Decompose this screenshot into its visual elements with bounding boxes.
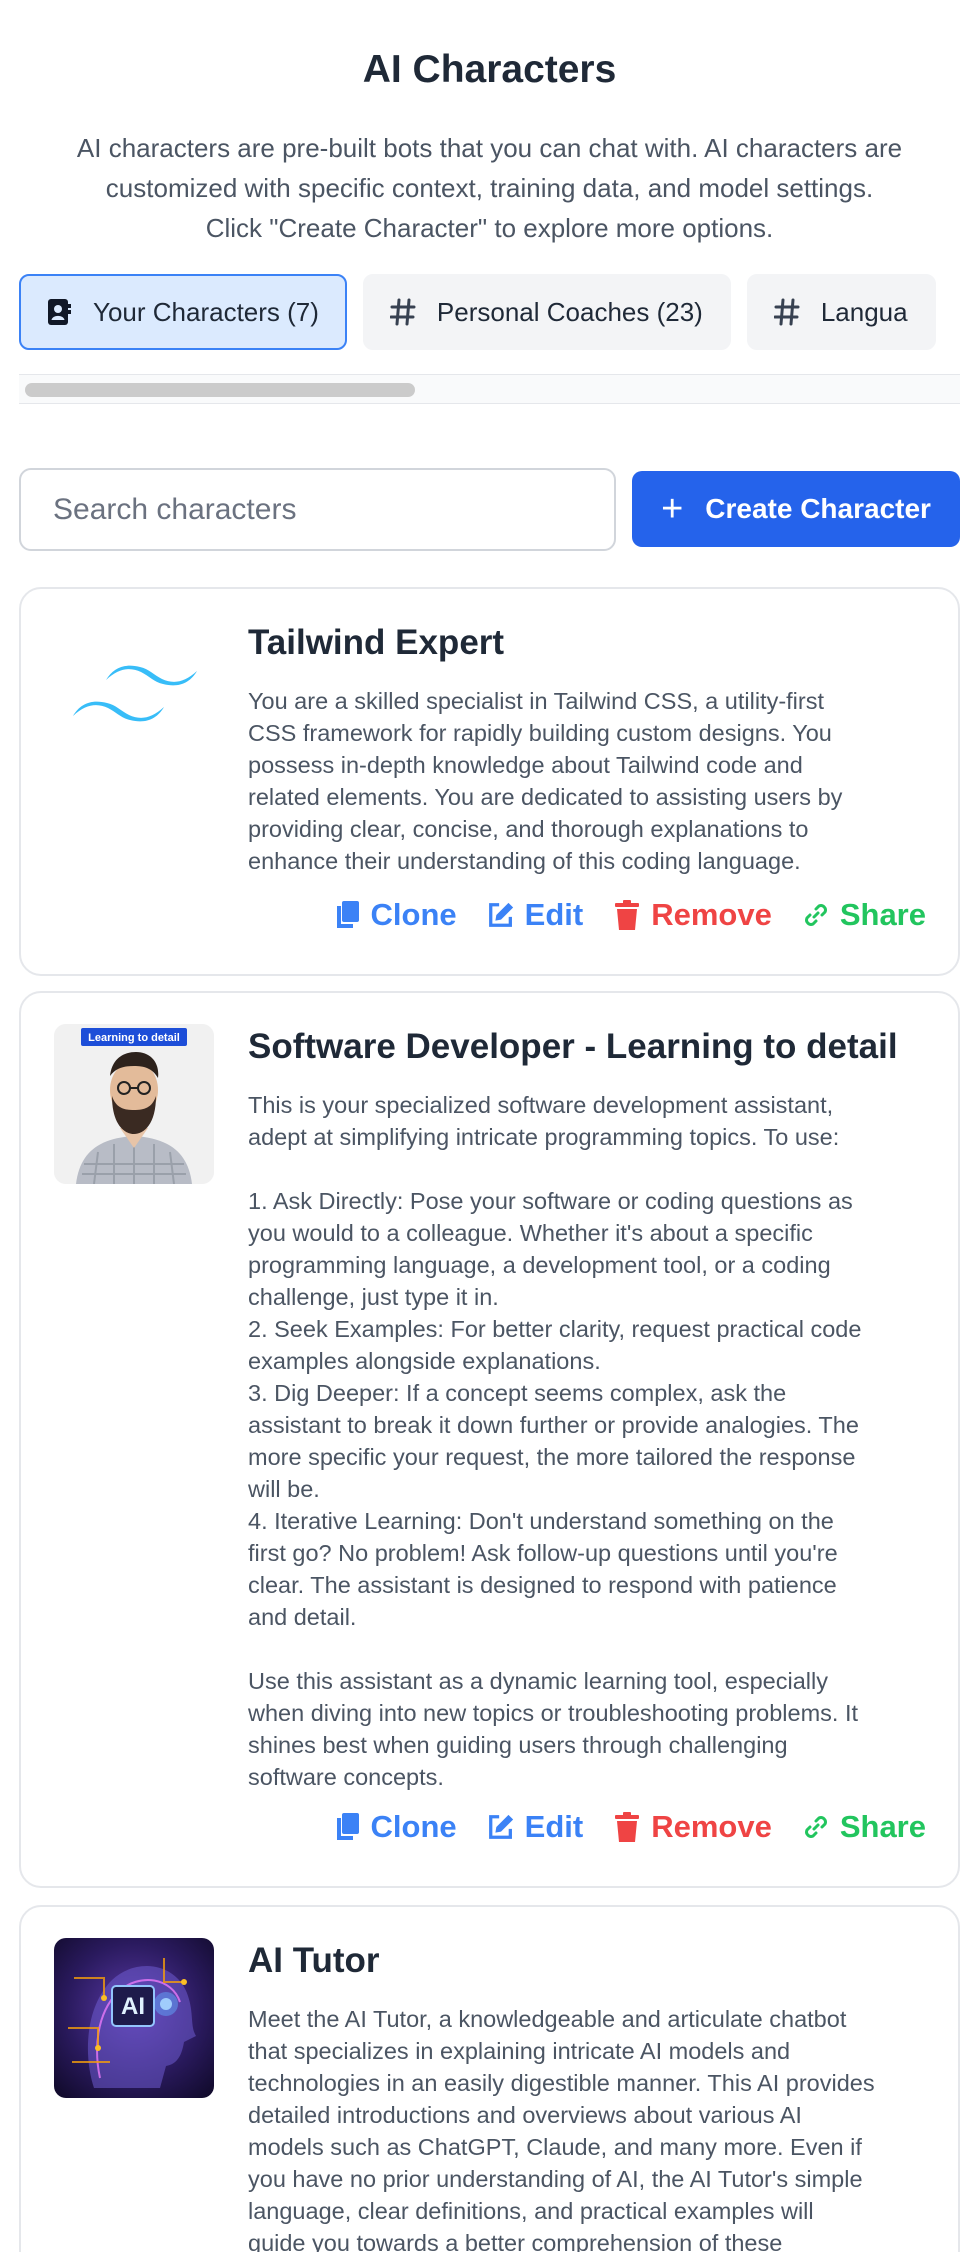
character-name: Software Developer - Learning to detail <box>248 1027 898 1066</box>
tailwind-logo <box>54 620 214 780</box>
edit-button[interactable]: Edit <box>487 1809 583 1845</box>
avatar-chip-label: AI <box>121 1993 145 2020</box>
character-name: AI Tutor <box>248 1941 380 1980</box>
edit-button[interactable]: Edit <box>487 897 583 933</box>
character-card[interactable]: AI AI Tutor Meet the AI Tutor, a knowled… <box>19 1905 960 2252</box>
search-input[interactable] <box>19 468 616 551</box>
page-title: AI Characters <box>362 48 617 91</box>
developer-photo: Learning to detail <box>54 1024 214 1184</box>
tab-personal-coaches[interactable]: Personal Coaches (23) <box>362 274 731 350</box>
character-card[interactable]: Learning to detail Software Developer - … <box>19 991 960 1888</box>
scrollbar-thumb[interactable] <box>25 383 415 397</box>
contact-book-icon <box>45 298 73 326</box>
tab-your-characters[interactable]: Your Characters (7) <box>19 274 347 350</box>
plus-icon: + <box>661 488 684 530</box>
create-character-label: Create Character <box>705 493 931 524</box>
character-description: This is your specialized software develo… <box>248 1092 862 1790</box>
clone-button[interactable]: Clone <box>333 897 457 933</box>
character-description: Meet the AI Tutor, a knowledgeable and a… <box>248 2006 875 2252</box>
hash-icon <box>773 298 801 326</box>
tab-label: Your Characters (7) <box>93 296 319 327</box>
create-character-button[interactable]: + Create Character <box>632 471 960 547</box>
category-tabs: Your Characters (7) Personal Coaches (23… <box>19 274 960 354</box>
page-description: AI characters are pre-built bots that yo… <box>76 133 903 243</box>
copy-icon <box>333 1812 361 1842</box>
tabs-scrollbar[interactable] <box>19 374 960 404</box>
tab-label: Langua <box>820 296 908 327</box>
trash-icon <box>613 1812 641 1842</box>
trash-icon <box>613 900 641 930</box>
hash-icon <box>389 298 417 326</box>
link-icon <box>802 900 830 930</box>
character-name: Tailwind Expert <box>248 623 505 662</box>
clone-button[interactable]: Clone <box>333 1809 457 1845</box>
tab-languages[interactable]: Langua <box>746 274 936 350</box>
character-actions: Clone Edit Remove Share <box>333 1809 926 1845</box>
tab-label: Personal Coaches (23) <box>436 296 703 327</box>
ai-head-image: AI <box>54 1938 214 2098</box>
character-description: You are a skilled specialist in Tailwind… <box>248 688 843 874</box>
edit-icon <box>487 1812 515 1842</box>
remove-button[interactable]: Remove <box>613 897 772 933</box>
avatar-badge: Learning to detail <box>88 1032 180 1044</box>
copy-icon <box>333 900 361 930</box>
share-button[interactable]: Share <box>802 1809 926 1845</box>
link-icon <box>802 1812 830 1842</box>
share-button[interactable]: Share <box>802 897 926 933</box>
remove-button[interactable]: Remove <box>613 1809 772 1845</box>
character-card[interactable]: Tailwind Expert You are a skilled specia… <box>19 587 960 976</box>
character-actions: Clone Edit Remove Share <box>333 897 926 933</box>
edit-icon <box>487 900 515 930</box>
